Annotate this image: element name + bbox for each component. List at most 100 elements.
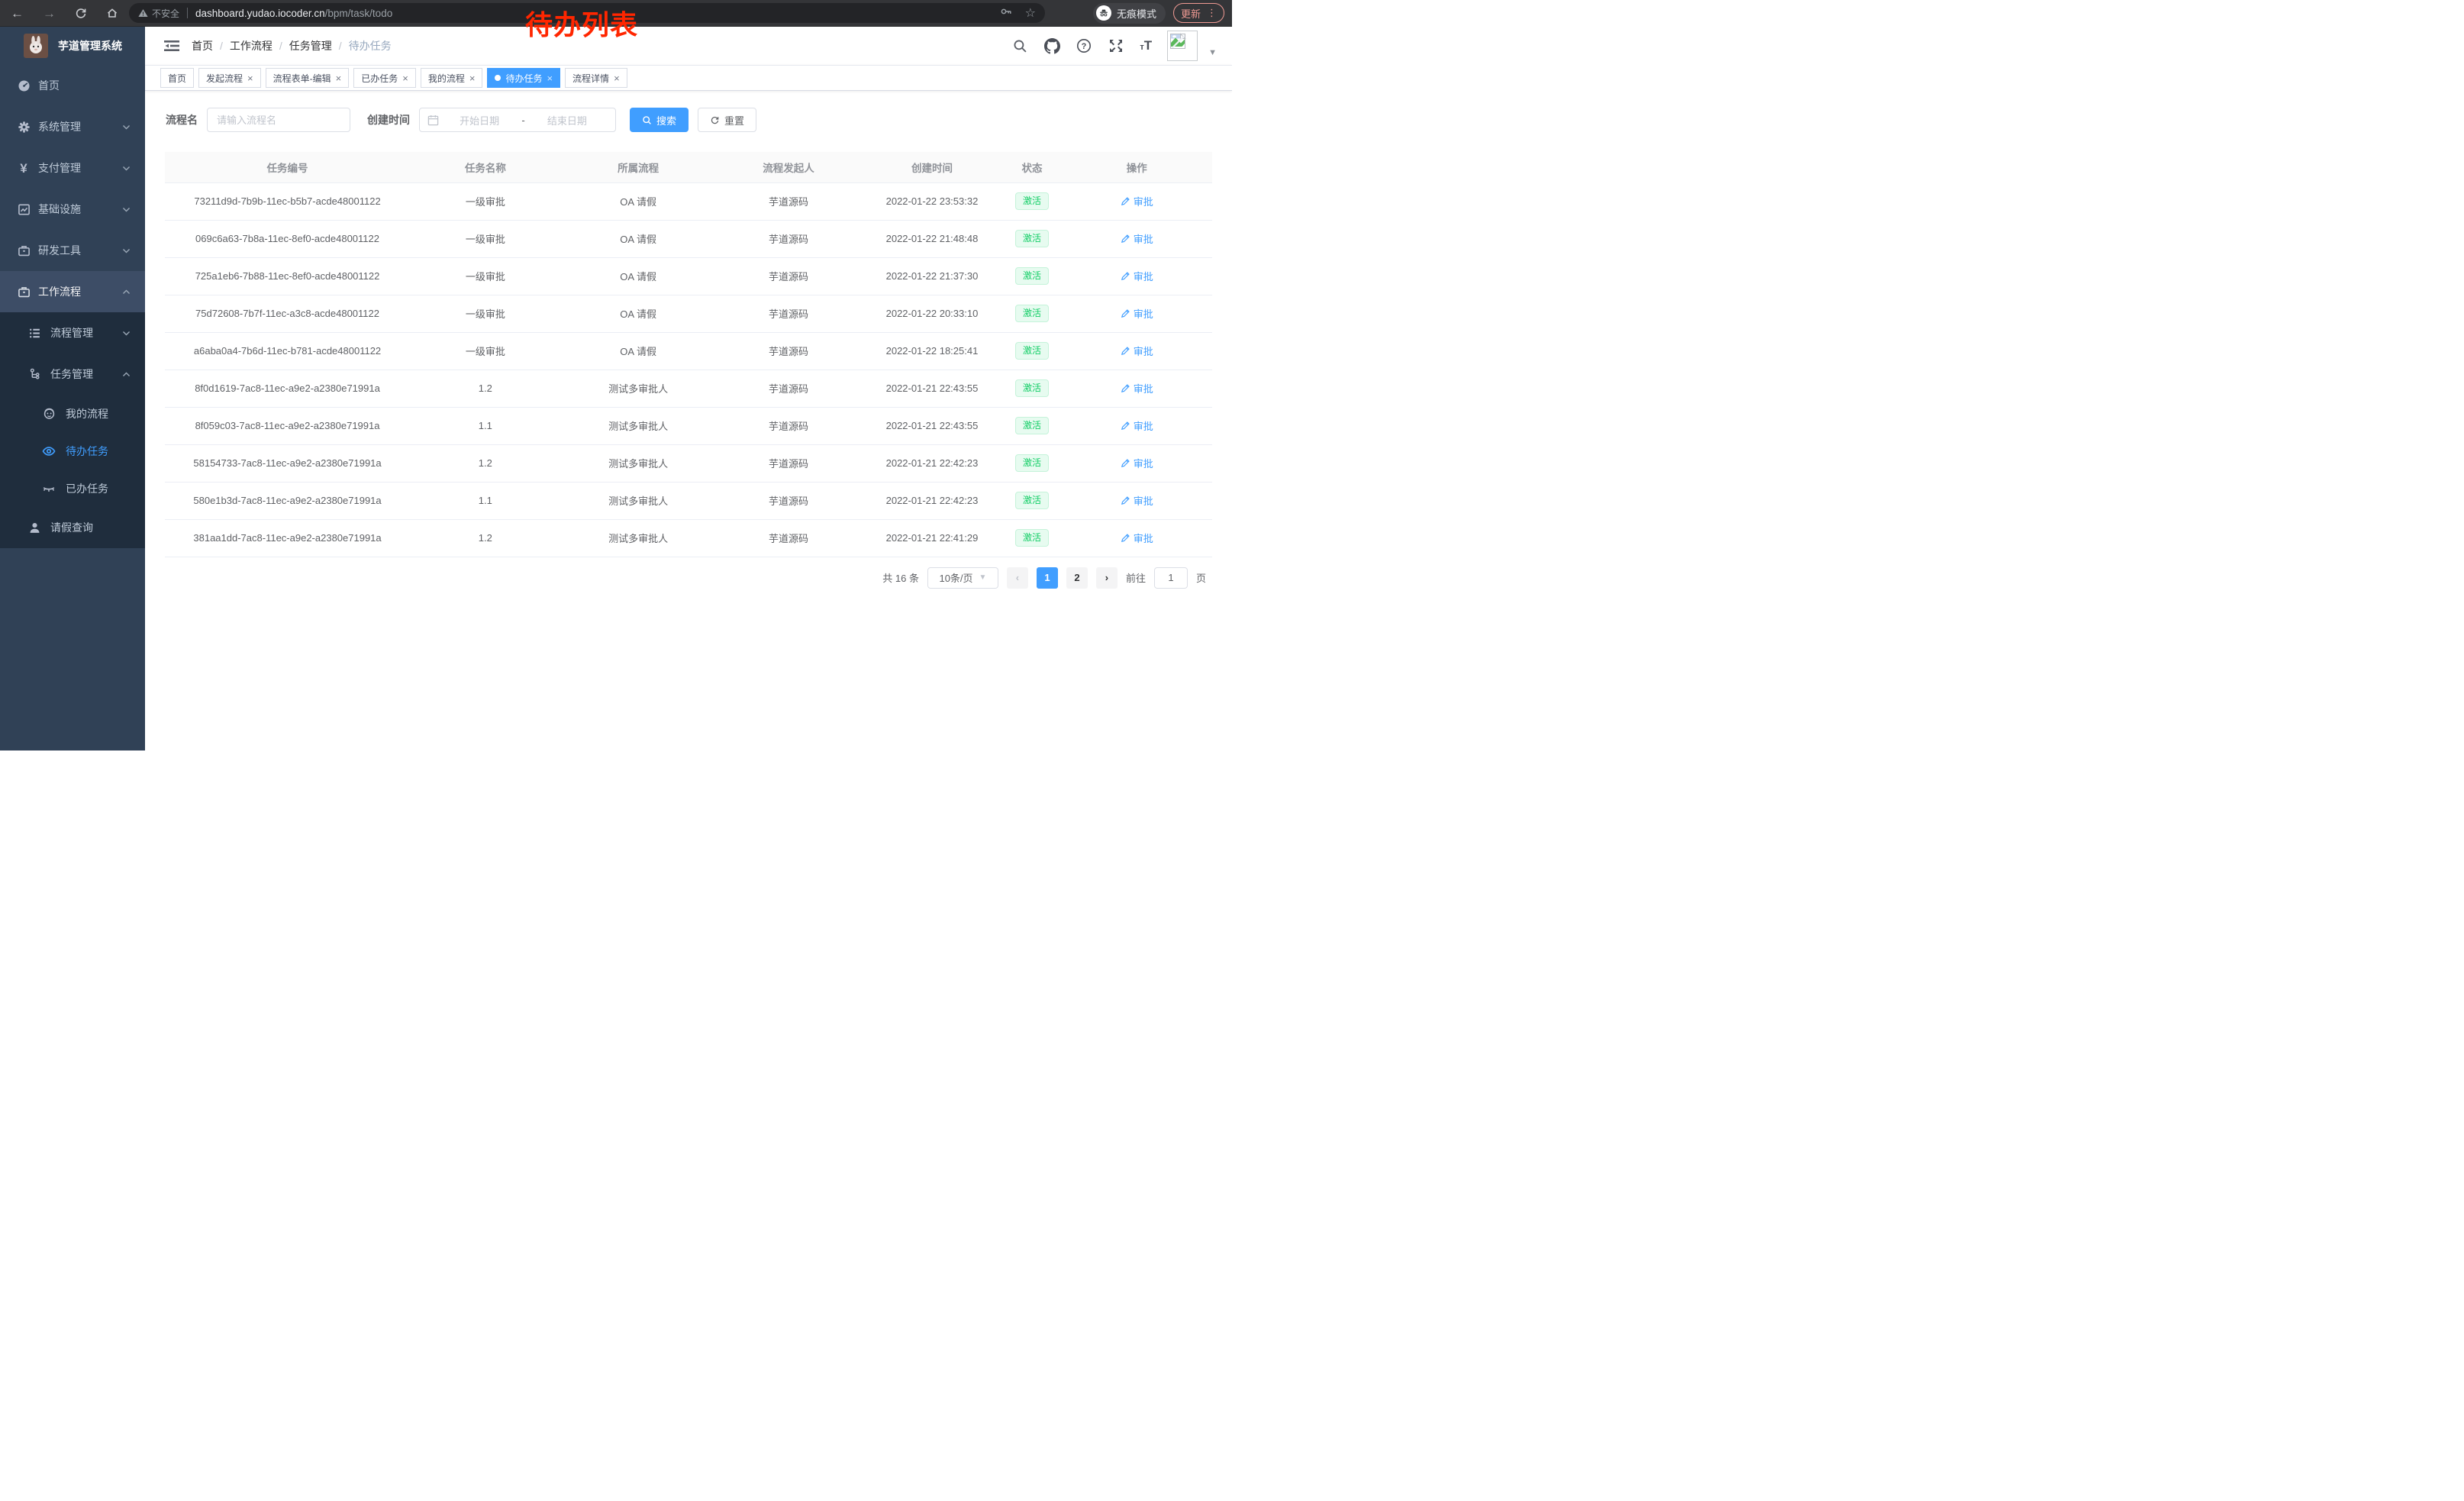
user-icon — [27, 521, 41, 534]
approve-link[interactable]: 审批 — [1121, 194, 1153, 208]
close-tab-icon[interactable]: × — [402, 73, 408, 83]
font-size-icon[interactable]: тT — [1140, 38, 1152, 53]
back-icon[interactable]: ← — [11, 7, 24, 20]
task-id-cell: 069c6a63-7b8a-11ec-8ef0-acde48001122 — [165, 220, 410, 257]
yen-icon: ¥ — [17, 161, 31, 175]
sidebar-item-label: 研发工具 — [38, 243, 81, 258]
avatar[interactable] — [1167, 31, 1198, 61]
page-size-select[interactable]: 10条/页 ▼ — [927, 567, 998, 589]
pencil-icon — [1121, 421, 1130, 431]
column-header: 任务名称 — [410, 152, 561, 182]
table-row: 75d72608-7b7f-11ec-a3c8-acde48001122一级审批… — [165, 295, 1212, 332]
breadcrumb-item[interactable]: 工作流程 — [230, 38, 273, 53]
pencil-icon — [1121, 234, 1130, 244]
sidebar-item-7[interactable]: 流程管理 — [0, 312, 145, 353]
sidebar-item-6[interactable]: 工作流程 — [0, 271, 145, 312]
status-badge: 激活 — [1015, 492, 1049, 510]
approve-link[interactable]: 审批 — [1121, 231, 1153, 246]
process-cell: OA 请假 — [561, 295, 716, 332]
sidebar-item-3[interactable]: ¥支付管理 — [0, 147, 145, 189]
action-cell: 审批 — [1061, 182, 1212, 220]
sidebar-item-5[interactable]: 研发工具 — [0, 230, 145, 271]
face-icon — [42, 407, 56, 421]
table-row: 381aa1dd-7ac8-11ec-a9e2-a2380e71991a1.2测… — [165, 519, 1212, 557]
home-icon[interactable] — [106, 7, 118, 19]
bookmark-star-icon[interactable]: ☆ — [1025, 5, 1036, 21]
sidebar-item-12[interactable]: 请假查询 — [0, 507, 145, 548]
tab-7[interactable]: 流程详情× — [565, 68, 627, 88]
table-row: a6aba0a4-7b6d-11ec-b781-acde48001122一级审批… — [165, 332, 1212, 370]
tab-1[interactable]: 首页 — [160, 68, 194, 88]
sidebar-item-8[interactable]: 任务管理 — [0, 353, 145, 395]
search-icon[interactable] — [1011, 37, 1028, 54]
avatar-dropdown-caret[interactable]: ▼ — [1208, 48, 1217, 57]
approve-link[interactable]: 审批 — [1121, 531, 1153, 545]
approve-link[interactable]: 审批 — [1121, 344, 1153, 358]
tab-3[interactable]: 流程表单-编辑× — [266, 68, 350, 88]
status-badge: 激活 — [1015, 454, 1049, 473]
tab-label: 发起流程 — [206, 72, 243, 85]
process-cell: OA 请假 — [561, 220, 716, 257]
broken-image-icon — [1169, 33, 1186, 50]
reload-icon[interactable] — [75, 7, 87, 19]
sidebar-item-10[interactable]: 待办任务 — [0, 432, 145, 470]
sidebar-item-label: 工作流程 — [38, 284, 81, 299]
chrome-update-button[interactable]: 更新 ⋮ — [1173, 3, 1224, 23]
tab-6[interactable]: 待办任务× — [487, 68, 560, 88]
pagination: 共 16 条 10条/页 ▼ ‹ 12 › 前往 页 — [165, 567, 1206, 589]
breadcrumb-item[interactable]: 任务管理 — [289, 38, 332, 53]
help-icon[interactable]: ? — [1076, 37, 1092, 54]
approve-link[interactable]: 审批 — [1121, 418, 1153, 433]
search-button-icon — [642, 115, 652, 125]
forward-icon[interactable]: → — [43, 7, 56, 20]
goto-page-input[interactable] — [1154, 567, 1188, 589]
password-key-icon[interactable] — [1000, 5, 1013, 21]
task-name-cell: 1.2 — [410, 370, 561, 407]
next-page-button[interactable]: › — [1096, 567, 1118, 589]
approve-link[interactable]: 审批 — [1121, 269, 1153, 283]
approve-link[interactable]: 审批 — [1121, 306, 1153, 321]
github-icon[interactable] — [1043, 37, 1060, 54]
approve-link[interactable]: 审批 — [1121, 493, 1153, 508]
tab-2[interactable]: 发起流程 × — [198, 68, 261, 88]
close-tab-icon[interactable]: × — [336, 73, 342, 83]
close-tab-icon[interactable]: × — [547, 73, 553, 83]
sidebar-item-9[interactable]: 我的流程 — [0, 395, 145, 432]
sidebar-item-1[interactable]: 首页 — [0, 65, 145, 106]
approve-link[interactable]: 审批 — [1121, 456, 1153, 470]
status-badge: 激活 — [1015, 192, 1049, 211]
table-row: 73211d9d-7b9b-11ec-b5b7-acde48001122一级审批… — [165, 182, 1212, 220]
prev-page-button[interactable]: ‹ — [1007, 567, 1028, 589]
process-cell: 测试多审批人 — [561, 519, 716, 557]
page-button-1[interactable]: 1 — [1037, 567, 1058, 589]
chrome-menu-icon[interactable]: ⋮ — [1207, 7, 1217, 19]
process-name-input[interactable] — [207, 108, 350, 132]
sidebar-collapse-icon[interactable] — [164, 40, 179, 52]
approve-link[interactable]: 审批 — [1121, 381, 1153, 395]
app-logo-row[interactable]: 芋道管理系统 — [0, 27, 145, 65]
page-unit-label: 页 — [1196, 570, 1206, 585]
page-button-2[interactable]: 2 — [1066, 567, 1088, 589]
security-warning[interactable]: 不安全 — [138, 7, 179, 20]
starter-cell: 芋道源码 — [716, 257, 862, 295]
fullscreen-icon[interactable] — [1108, 37, 1124, 54]
sidebar-item-4[interactable]: 基础设施 — [0, 189, 145, 230]
close-tab-icon[interactable]: × — [614, 73, 620, 83]
create-time-cell: 2022-01-21 22:42:23 — [861, 482, 1002, 519]
breadcrumb-item[interactable]: 首页 — [192, 38, 213, 53]
sidebar-item-11[interactable]: 已办任务 — [0, 470, 145, 507]
create-time-cell: 2022-01-22 21:48:48 — [861, 220, 1002, 257]
sidebar-item-2[interactable]: 系统管理 — [0, 106, 145, 147]
status-badge: 激活 — [1015, 230, 1049, 248]
breadcrumb-separator: / — [279, 40, 282, 52]
create-time-cell: 2022-01-22 18:25:41 — [861, 332, 1002, 370]
tab-5[interactable]: 我的流程× — [421, 68, 483, 88]
close-tab-icon[interactable]: × — [469, 73, 476, 83]
tab-4[interactable]: 已办任务× — [353, 68, 416, 88]
close-tab-icon[interactable]: × — [247, 73, 253, 83]
reset-button[interactable]: 重置 — [698, 108, 756, 132]
breadcrumb-separator: / — [220, 40, 223, 52]
date-range-picker[interactable]: 开始日期 - 结束日期 — [419, 108, 616, 132]
search-button[interactable]: 搜索 — [630, 108, 689, 132]
column-header: 操作 — [1061, 152, 1212, 182]
